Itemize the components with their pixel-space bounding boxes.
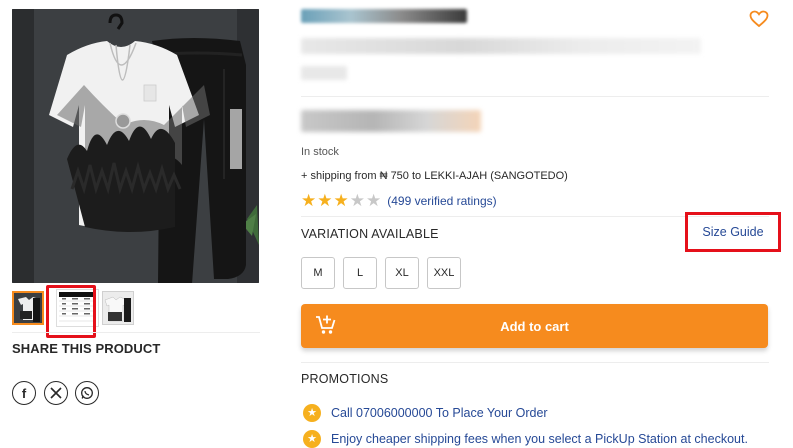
star-filled-icon: ★ (317, 191, 333, 210)
blurred-price (301, 110, 481, 132)
size-option-xxl[interactable]: XXL (427, 257, 461, 289)
size-options: M L XL XXL (301, 257, 469, 289)
thumbnail-1[interactable] (12, 291, 44, 325)
promotions-title: PROMOTIONS (301, 372, 389, 386)
star-empty-icon: ★ (366, 191, 382, 210)
thumbnail-image (14, 293, 42, 323)
blurred-title (301, 38, 701, 54)
product-details: In stock + shipping from ₦ 750 to LEKKI-… (301, 0, 781, 448)
whatsapp-share-button[interactable] (75, 381, 99, 405)
promo-item[interactable]: ★ Enjoy cheaper shipping fees when you s… (303, 430, 748, 448)
thumbnail-image (103, 292, 133, 324)
wishlist-button[interactable] (749, 10, 769, 33)
star-filled-icon: ★ (301, 191, 317, 210)
size-option-m[interactable]: M (301, 257, 335, 289)
variation-title: VARIATION AVAILABLE (301, 227, 439, 241)
star-badge-icon: ★ (303, 404, 321, 422)
facebook-share-button[interactable]: f (12, 381, 36, 405)
promo-text: Enjoy cheaper shipping fees when you sel… (331, 432, 748, 446)
thumbnail-3[interactable] (102, 291, 134, 325)
thumbnail-strip (12, 285, 260, 338)
x-share-button[interactable] (44, 381, 68, 405)
product-main-image[interactable] (12, 9, 259, 283)
x-icon (50, 387, 62, 399)
divider (12, 332, 260, 333)
blurred-title-line-2 (301, 66, 347, 80)
stock-status: In stock (301, 146, 339, 158)
star-filled-icon: ★ (333, 191, 349, 210)
size-option-l[interactable]: L (343, 257, 377, 289)
thumbnail-highlight-box (46, 285, 96, 338)
rating: ★ ★ ★ ★ ★ (499 verified ratings) (301, 192, 497, 209)
size-guide-link[interactable]: Size Guide (685, 212, 781, 252)
add-to-cart-button[interactable]: Add to cart (301, 304, 768, 348)
size-option-xl[interactable]: XL (385, 257, 419, 289)
star-badge-icon: ★ (303, 430, 321, 448)
divider (301, 362, 769, 363)
add-cart-icon (316, 315, 336, 334)
ratings-link[interactable]: (499 verified ratings) (387, 194, 496, 208)
promo-text: Call 07006000000 To Place Your Order (331, 406, 548, 420)
whatsapp-icon (81, 387, 93, 399)
share-title: SHARE THIS PRODUCT (12, 341, 161, 356)
blurred-brand (301, 9, 467, 23)
facebook-icon: f (21, 385, 27, 401)
star-empty-icon: ★ (349, 191, 365, 210)
add-to-cart-label: Add to cart (500, 318, 569, 334)
promo-item[interactable]: ★ Call 07006000000 To Place Your Order (303, 404, 548, 422)
shipping-info: + shipping from ₦ 750 to LEKKI-AJAH (SAN… (301, 170, 568, 182)
heart-icon (749, 10, 769, 28)
tracksuit-image (12, 9, 259, 283)
divider (301, 96, 769, 97)
